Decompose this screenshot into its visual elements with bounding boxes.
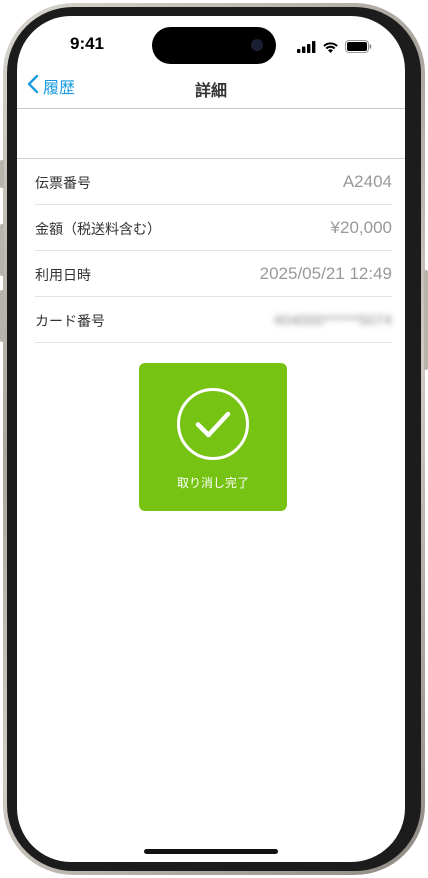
power-button: [424, 270, 428, 370]
wifi-icon: [322, 38, 339, 57]
detail-row-amount: 金額（税送料含む） ¥20,000: [35, 205, 392, 251]
cancel-complete-card: 取り消し完了: [139, 363, 287, 511]
screen: 9:41 履歴 詳細 伝票番号 A2404 金額（税送料含む） ¥20,000 …: [17, 16, 405, 862]
checkmark-circle-icon: [176, 387, 250, 465]
detail-label: 伝票番号: [35, 176, 91, 192]
volume-down-button: [0, 290, 4, 342]
cancel-complete-message: 取り消し完了: [176, 476, 249, 490]
cellular-signal-icon: [297, 38, 316, 57]
front-camera: [251, 39, 263, 51]
detail-value: 2025/05/21 12:49: [259, 264, 392, 283]
home-indicator[interactable]: [144, 849, 278, 854]
status-icons: [297, 38, 372, 57]
header-spacer: [17, 109, 405, 158]
status-time: 9:41: [69, 34, 105, 53]
masked-card-number: 404000******5074: [273, 312, 392, 329]
detail-row-card-number: カード番号 404000******5074: [35, 297, 392, 343]
detail-row-slip-number: 伝票番号 A2404: [35, 159, 392, 205]
detail-value: ¥20,000: [330, 218, 392, 237]
navigation-bar: 履歴 詳細: [17, 66, 405, 110]
detail-row-datetime: 利用日時 2025/05/21 12:49: [35, 251, 392, 297]
detail-list: 伝票番号 A2404 金額（税送料含む） ¥20,000 利用日時 2025/0…: [35, 159, 392, 343]
detail-label: 利用日時: [35, 268, 91, 284]
detail-value: A2404: [342, 172, 392, 191]
volume-up-button: [0, 224, 4, 276]
action-button: [0, 160, 4, 188]
detail-label: 金額（税送料含む）: [35, 222, 161, 238]
battery-icon: [345, 38, 372, 57]
dynamic-island: [152, 27, 276, 64]
detail-label: カード番号: [35, 314, 105, 330]
page-title: 詳細: [194, 81, 227, 100]
